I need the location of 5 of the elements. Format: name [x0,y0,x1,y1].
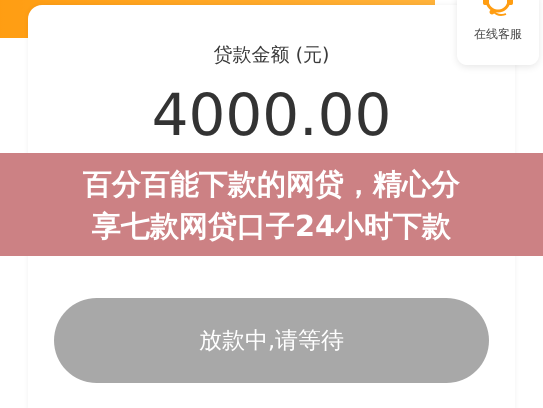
customer-service-button[interactable]: 在线客服 [457,0,539,65]
loan-amount-label: 贷款金额 (元) [214,43,330,68]
banner-title: 百分百能下款的网贷，精心分 [83,166,460,202]
banner-title: 享七款网贷口子24小时下款 [92,208,452,244]
loan-amount: 4000.00 [152,82,392,148]
